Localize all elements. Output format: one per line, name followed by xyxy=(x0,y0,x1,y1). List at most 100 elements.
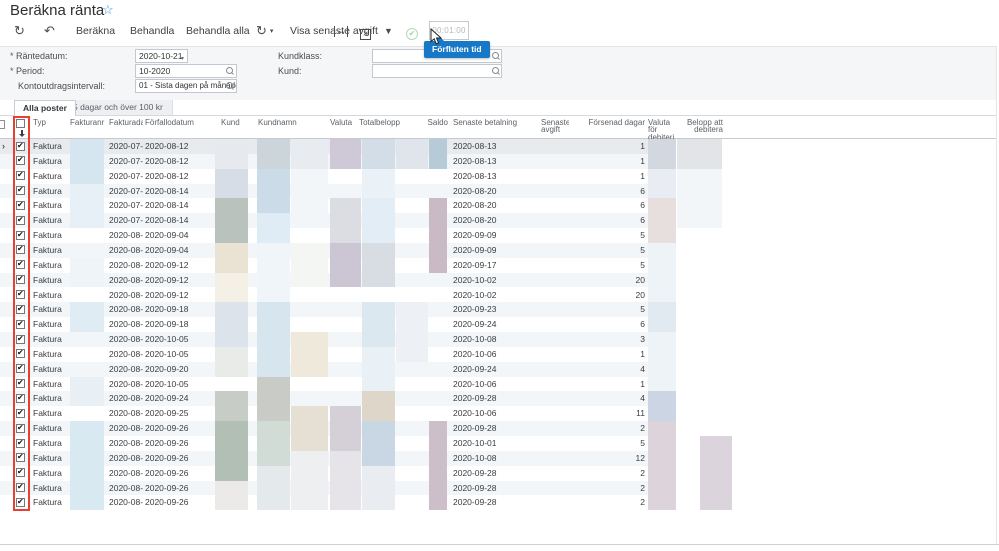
cell-fakturadatum: 2020-08-1 xyxy=(109,317,143,332)
cell-forfallodatum: 2020-09-26 xyxy=(145,436,219,451)
cell-typ: Faktura xyxy=(33,347,71,362)
cell-forsenad_dagar: 1 xyxy=(571,154,645,169)
redacted-cell-valuta xyxy=(330,198,361,243)
redacted-cell-valuta_for_debitering xyxy=(648,243,676,302)
redacted-cell-totalbelopp xyxy=(362,391,395,421)
cell-forsenad_dagar: 4 xyxy=(571,362,645,377)
cell-fakturadatum: 2020-08-2 xyxy=(109,406,143,421)
cell-fakturadatum: 2020-07- xyxy=(109,184,143,199)
cell-senaste_betalning: 2020-09-09 xyxy=(453,243,539,258)
annotation-box-checkbox-column xyxy=(13,116,30,511)
cell-forsenad_dagar: 1 xyxy=(571,169,645,184)
redacted-cell-totalbelopp xyxy=(362,302,395,347)
cell-forsenad_dagar: 6 xyxy=(571,213,645,228)
redacted-cell-kundnamn xyxy=(257,213,290,243)
cell-typ: Faktura xyxy=(33,377,71,392)
cell-forsenad_dagar: 1 xyxy=(571,377,645,392)
cell-forsenad_dagar: 1 xyxy=(571,139,645,154)
redacted-cell-kund xyxy=(215,139,248,169)
cell-forsenad_dagar: 2 xyxy=(571,481,645,496)
cell-fakturadatum: 2020-08-2 xyxy=(109,362,143,377)
cell-typ: Faktura xyxy=(33,258,71,273)
bottom-divider xyxy=(0,544,999,545)
cell-typ: Faktura xyxy=(33,406,71,421)
cell-fakturadatum: 2020-08-2 xyxy=(109,495,143,510)
cell-forsenad_dagar: 2 xyxy=(571,421,645,436)
cell-senaste_betalning: 2020-08-20 xyxy=(453,213,539,228)
tab-alla-poster[interactable]: Alla poster xyxy=(14,100,76,116)
table-row[interactable] xyxy=(0,288,648,303)
redacted-cell-totalbelopp xyxy=(362,198,395,243)
cell-senaste_betalning: 2020-09-28 xyxy=(453,466,539,481)
redacted-cell-totalbelopp xyxy=(362,466,395,511)
redacted-cell-kundnamn xyxy=(257,302,290,376)
cell-forfallodatum: 2020-09-12 xyxy=(145,288,219,303)
cell-senaste_betalning: 2020-08-20 xyxy=(453,184,539,199)
cell-forfallodatum: 2020-08-14 xyxy=(145,213,219,228)
cell-typ: Faktura xyxy=(33,213,71,228)
redacted-cell-valuta_for_debitering xyxy=(648,169,676,199)
cell-typ: Faktura xyxy=(33,362,71,377)
cell-fakturadatum: 2020-08-2 xyxy=(109,481,143,496)
cell-forsenad_dagar: 20 xyxy=(571,288,645,303)
cell-fakturadatum: 2020-08-1 xyxy=(109,258,143,273)
cell-forfallodatum: 2020-09-20 xyxy=(145,362,219,377)
cell-fakturadatum: 2020-08-2 xyxy=(109,466,143,481)
cell-senaste_betalning: 2020-09-28 xyxy=(453,495,539,510)
cell-forfallodatum: 2020-08-12 xyxy=(145,139,219,154)
cell-fakturadatum: 2020-08-1 xyxy=(109,273,143,288)
table-row[interactable] xyxy=(0,228,648,243)
redacted-cell-belopp_att_debitera xyxy=(677,169,722,228)
redacted-cell-kund xyxy=(215,198,248,243)
redacted-cell-kundnamn2 xyxy=(291,451,328,510)
cell-senaste_betalning: 2020-09-28 xyxy=(453,421,539,436)
redacted-cell-kundnamn xyxy=(257,377,290,422)
cell-typ: Faktura xyxy=(33,198,71,213)
cell-forfallodatum: 2020-09-18 xyxy=(145,317,219,332)
cell-forfallodatum: 2020-09-18 xyxy=(145,302,219,317)
cell-typ: Faktura xyxy=(33,436,71,451)
cell-forfallodatum: 2020-09-26 xyxy=(145,466,219,481)
redacted-cell-valuta xyxy=(330,406,361,451)
cell-typ: Faktura xyxy=(33,169,71,184)
redacted-cell-kund xyxy=(215,243,248,273)
cell-fakturadatum: 2020-08-2 xyxy=(109,332,143,347)
cell-typ: Faktura xyxy=(33,228,71,243)
redacted-cell-totalbelopp xyxy=(362,243,395,288)
redacted-cell-valuta_for_debitering xyxy=(648,198,676,243)
redacted-cell-kundnamn2 xyxy=(291,332,328,377)
cell-senaste_betalning: 2020-10-02 xyxy=(453,288,539,303)
cell-senaste_betalning: 2020-10-08 xyxy=(453,332,539,347)
mouse-cursor xyxy=(430,28,442,45)
cell-senaste_betalning: 2020-10-01 xyxy=(453,436,539,451)
cell-forfallodatum: 2020-09-26 xyxy=(145,451,219,466)
redacted-cell-fakturanr xyxy=(70,184,104,229)
cell-forfallodatum: 2020-09-26 xyxy=(145,481,219,496)
cell-forfallodatum: 2020-09-24 xyxy=(145,391,219,406)
cell-forfallodatum: 2020-08-14 xyxy=(145,184,219,199)
cell-forfallodatum: 2020-08-12 xyxy=(145,169,219,184)
redacted-cell-valuta_for_debitering xyxy=(648,302,676,332)
redacted-cell-totalbelopp xyxy=(362,421,395,466)
cell-forfallodatum: 2020-09-04 xyxy=(145,243,219,258)
cell-typ: Faktura xyxy=(33,154,71,169)
cell-typ: Faktura xyxy=(33,466,71,481)
cell-fakturadatum: 2020-07- xyxy=(109,154,143,169)
redacted-cell-saldo_r xyxy=(429,198,447,272)
cell-typ: Faktura xyxy=(33,451,71,466)
cell-typ: Faktura xyxy=(33,302,71,317)
cell-senaste_betalning: 2020-09-28 xyxy=(453,481,539,496)
cell-typ: Faktura xyxy=(33,391,71,406)
cell-forsenad_dagar: 5 xyxy=(571,436,645,451)
redacted-cell-kundnamn xyxy=(257,169,290,214)
cell-forfallodatum: 2020-09-26 xyxy=(145,495,219,510)
cell-forsenad_dagar: 1 xyxy=(571,347,645,362)
cell-senaste_betalning: 2020-09-24 xyxy=(453,362,539,377)
right-divider xyxy=(996,46,997,544)
cell-senaste_betalning: 2020-10-06 xyxy=(453,347,539,362)
beraekna-ranta-screen: Beräkna ränta ☆ ↻ ↶ Beräkna Behandla Beh… xyxy=(0,0,999,551)
cell-fakturadatum: 2020-07- xyxy=(109,213,143,228)
redacted-cell-kundnamn2 xyxy=(291,139,328,169)
cell-forsenad_dagar: 5 xyxy=(571,228,645,243)
redacted-cell-saldo_r xyxy=(429,139,447,169)
